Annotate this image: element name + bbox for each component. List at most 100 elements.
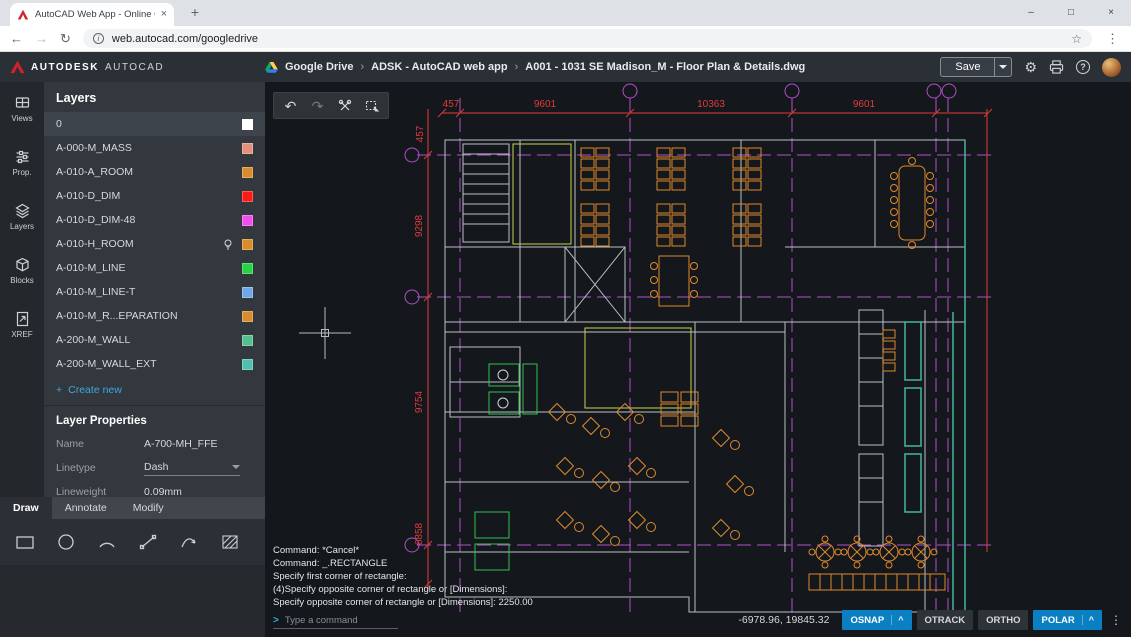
status-toggle-button[interactable]: POLAR ^ [1033,610,1102,630]
cursor-coordinates: -6978.96, 19845.32 [738,614,829,626]
cad-canvas[interactable]: 457 9601 10363 9601 457 9298 9754 6858 [265,82,1131,637]
command-input-wrap: > [273,615,398,629]
linetype-value: Dash [144,461,169,473]
new-tab-button[interactable]: + [186,4,204,20]
address-bar[interactable]: i web.autocad.com/googledrive ☆ [83,29,1092,48]
sidebar-item-xref[interactable]: XREF [0,298,44,352]
layer-name: 0 [56,118,242,130]
layer-row[interactable]: A-010-H_ROOM [44,232,265,256]
app-header: AUTODESK AUTOCAD Google Drive › ADSK - A… [0,52,1131,82]
rectangle-tool-button[interactable] [12,529,38,555]
layer-color-swatch[interactable] [242,191,253,202]
layer-name: A-010-H_ROOM [56,238,223,250]
reload-icon[interactable]: ↻ [60,32,71,45]
layer-row[interactable]: A-010-M_R...EPARATION [44,304,265,328]
breadcrumb-item-folder[interactable]: ADSK - AutoCAD web app [371,61,507,73]
window-maximize-button[interactable]: □ [1051,0,1091,26]
window-minimize-button[interactable]: – [1011,0,1051,26]
settings-gear-icon[interactable]: ⚙ [1024,60,1037,74]
console-line: Specify opposite corner of rectangle or … [273,596,533,609]
print-icon[interactable] [1049,60,1064,74]
undo-icon[interactable]: ↶ [277,94,304,117]
layer-color-swatch[interactable] [242,263,253,274]
layer-color-swatch[interactable] [242,167,253,178]
layer-color-swatch[interactable] [242,119,253,130]
save-split-button[interactable]: Save [940,57,1012,77]
layer-color-swatch[interactable] [242,239,253,250]
walls-teal [905,140,965,612]
status-toggle-button[interactable]: OSNAP ^ [842,610,911,630]
ribbon-tab[interactable]: Draw [0,497,52,519]
window-close-button[interactable]: × [1091,0,1131,26]
xref-icon [14,311,31,327]
fixtures-green [475,364,537,570]
caret-up-icon[interactable]: ^ [891,615,903,625]
line-tool-button[interactable] [135,529,161,555]
layer-color-swatch[interactable] [242,287,253,298]
layer-row[interactable]: 0 [44,112,265,136]
command-input[interactable] [285,615,390,626]
status-overflow-icon[interactable]: ⋮ [1107,613,1125,627]
dim-left-9298: 9298 [414,214,425,237]
layer-row[interactable]: A-010-M_LINE [44,256,265,280]
bookmark-star-icon[interactable]: ☆ [1071,32,1082,46]
layers-panel-title: Layers [44,82,265,112]
box-select-icon[interactable] [358,94,385,117]
layer-row[interactable]: A-200-M_WALL_EXT [44,352,265,376]
layers-panel: Layers 0 A-000-M_MASS [44,82,265,497]
save-button[interactable]: Save [941,58,994,76]
browser-menu-icon[interactable]: ⋮ [1104,31,1121,47]
browser-tab[interactable]: AutoCAD Web App - Online CAD × [10,3,174,26]
ribbon-tab[interactable]: Modify [120,497,177,519]
layer-freeze-bulb-icon[interactable] [223,239,233,250]
autocad-logo-icon [10,60,25,74]
save-dropdown-icon[interactable] [994,58,1011,76]
circle-tool-button[interactable] [53,529,79,555]
layer-row[interactable]: A-010-D_DIM-48 [44,208,265,232]
command-prompt-icon: > [273,615,279,626]
create-new-label: Create new [68,384,122,396]
redo-icon[interactable]: ↷ [304,94,331,117]
layer-color-swatch[interactable] [242,335,253,346]
hatch-tool-button[interactable] [217,529,243,555]
layer-color-swatch[interactable] [242,215,253,226]
sidebar-item-blocks[interactable]: Blocks [0,244,44,298]
arc-tool-button[interactable] [94,529,120,555]
sidebar-item-layers[interactable]: Layers [0,190,44,244]
page-info-icon[interactable]: i [93,33,104,44]
polyline-tool-button[interactable] [176,529,202,555]
status-toggle-button[interactable]: ORTHO ^ [978,610,1028,630]
layer-row[interactable]: A-010-M_LINE-T [44,280,265,304]
ribbon-tab-label: Modify [133,502,164,514]
layer-row[interactable]: A-010-D_DIM [44,184,265,208]
trim-icon[interactable] [331,94,358,117]
caret-up-icon[interactable]: ^ [1082,615,1094,625]
console-line: Command: *Cancel* [273,544,533,557]
linetype-select[interactable]: Dash [144,461,240,476]
status-toggle-button[interactable]: OTRACK ^ [917,610,974,630]
layer-name: A-010-M_LINE-T [56,286,242,298]
layer-row[interactable]: A-010-A_ROOM [44,160,265,184]
browser-tab-strip: AutoCAD Web App - Online CAD × + – □ × [0,0,1131,26]
tab-close-icon[interactable]: × [161,9,167,20]
layer-color-swatch[interactable] [242,359,253,370]
help-icon[interactable]: ? [1076,60,1090,74]
forward-icon[interactable]: → [35,32,48,45]
views-icon [14,95,31,111]
dim-top-10363: 10363 [697,99,725,110]
url-text[interactable]: web.autocad.com/googledrive [112,33,1063,45]
status-toggle-label: ORTHO [986,615,1020,626]
sidebar-item-properties[interactable]: Prop. [0,136,44,190]
chevron-down-icon [232,465,240,469]
back-icon[interactable]: ← [10,32,23,45]
layer-row[interactable]: A-000-M_MASS [44,136,265,160]
breadcrumb-item-drive[interactable]: Google Drive [285,61,353,73]
layer-color-swatch[interactable] [242,143,253,154]
sidebar-item-views[interactable]: Views [0,82,44,136]
console-line: Command: _.RECTANGLE [273,557,533,570]
create-new-layer-button[interactable]: + Create new [44,376,265,406]
avatar[interactable] [1102,58,1121,77]
layer-row[interactable]: A-200-M_WALL [44,328,265,352]
layer-color-swatch[interactable] [242,311,253,322]
ribbon-tab[interactable]: Annotate [52,497,120,519]
